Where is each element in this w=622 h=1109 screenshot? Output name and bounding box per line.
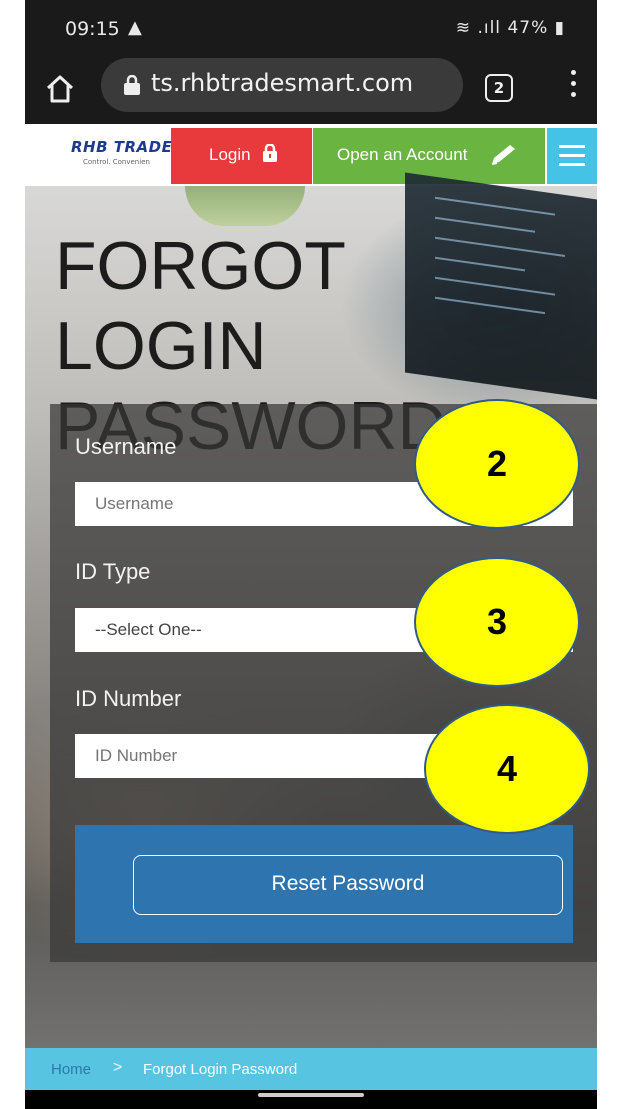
alert-icon: ▲ [128, 17, 142, 38]
hamburger-menu-button[interactable] [547, 128, 597, 184]
username-label: Username [75, 434, 177, 459]
status-time: 09:15 [65, 18, 120, 40]
site-header: RHB TRADE Control. Convenien Login Open … [25, 124, 597, 186]
page-title-line1: FORGOT LOGIN [55, 228, 345, 384]
battery-percent: 47% [507, 18, 549, 38]
breadcrumb-home-link[interactable]: Home [51, 1061, 91, 1078]
url-text: ts.rhbtradesmart.com [151, 69, 414, 97]
callout-3: 3 [414, 557, 580, 687]
logo-tagline: Control. Convenien [83, 158, 150, 166]
status-indicators: ≋ .ıll 47% ▮ [456, 18, 565, 38]
login-button[interactable]: Login [171, 128, 312, 184]
battery-icon: ▮ [554, 18, 565, 38]
reset-button-area: Reset Password [75, 825, 573, 943]
login-label: Login [209, 145, 251, 164]
gesture-bar [25, 1090, 597, 1109]
browser-toolbar: ts.rhbtradesmart.com 2 [25, 52, 597, 124]
callout-2: 2 [414, 399, 580, 529]
breadcrumb: Home > Forgot Login Password [25, 1048, 597, 1090]
lock-icon [124, 75, 140, 95]
more-menu-icon[interactable] [571, 70, 577, 100]
address-bar[interactable]: ts.rhbtradesmart.com [101, 58, 463, 112]
breadcrumb-current: Forgot Login Password [143, 1061, 298, 1078]
callout-4: 4 [424, 704, 590, 834]
padlock-icon [263, 144, 277, 162]
status-bar: 09:15 ▲ ≋ .ıll 47% ▮ [25, 0, 597, 52]
tabs-button[interactable]: 2 [485, 74, 513, 102]
phone-screen: 09:15 ▲ ≋ .ıll 47% ▮ ts.rhbtradesmart.co… [25, 0, 597, 1109]
pencil-icon [491, 145, 515, 165]
id-type-label: ID Type [75, 559, 151, 584]
id-number-label: ID Number [75, 686, 182, 711]
plant-decoration [185, 186, 305, 226]
open-account-label: Open an Account [337, 145, 468, 164]
home-icon[interactable] [45, 74, 75, 104]
breadcrumb-separator: > [113, 1059, 123, 1076]
wifi-icon: ≋ [455, 18, 472, 38]
logo[interactable]: RHB TRADE [71, 138, 172, 156]
signal-icon: .ıll [477, 18, 502, 38]
reset-password-button[interactable]: Reset Password [133, 855, 563, 915]
